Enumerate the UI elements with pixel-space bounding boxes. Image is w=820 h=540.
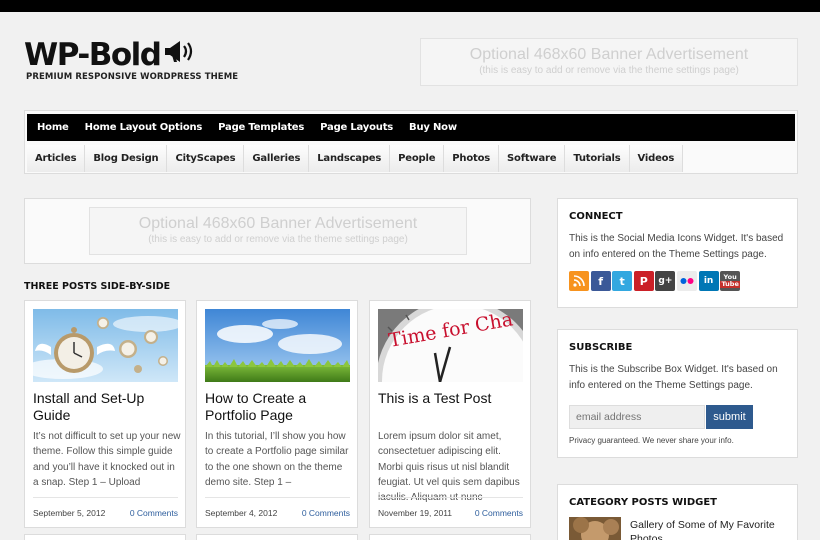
gallery-thumbnail-image[interactable] <box>569 517 621 540</box>
social-icons: f t P g+ in You Tube <box>569 271 741 291</box>
post-card-next <box>24 534 186 540</box>
nav-item-cityscapes[interactable]: CityScapes <box>167 145 245 172</box>
nav-item-videos[interactable]: Videos <box>629 145 684 172</box>
pinterest-icon[interactable]: P <box>633 271 654 291</box>
post-card-next <box>369 534 531 540</box>
nav-item-people[interactable]: People <box>390 145 445 172</box>
content-banner-ad[interactable]: Optional 468x60 Banner Advertisement (th… <box>89 207 467 255</box>
category-post-title[interactable]: Gallery of Some of My Favorite Photos <box>630 518 780 540</box>
site-tagline: PREMIUM RESPONSIVE WORDPRESS THEME <box>26 72 239 82</box>
header-banner-ad[interactable]: Optional 468x60 Banner Advertisement (th… <box>420 38 798 86</box>
rss-icon[interactable] <box>569 271 589 291</box>
comments-link[interactable]: 0 Comments <box>302 508 350 518</box>
comments-link[interactable]: 0 Comments <box>130 508 178 518</box>
logo-text: WP-Bold <box>24 37 162 73</box>
nav-item-galleries[interactable]: Galleries <box>244 145 310 172</box>
post-card: Time for Cha This is a Test Post Lorem i… <box>369 300 531 528</box>
widget-title: CONNECT <box>569 211 623 222</box>
flickr-icon[interactable] <box>676 271 697 291</box>
banner-line1: Optional 468x60 Banner Advertisement <box>469 46 749 63</box>
post-date: September 5, 2012 <box>33 507 106 518</box>
youtube-icon[interactable]: You Tube <box>720 271 741 291</box>
email-field[interactable] <box>569 405 705 429</box>
nav-item-home[interactable]: Home <box>29 122 77 133</box>
post-meta: September 4, 2012 0 Comments <box>205 497 350 527</box>
widget-title: SUBSCRIBE <box>569 342 633 353</box>
widget-text: This is the Subscribe Box Widget. It's b… <box>569 364 778 391</box>
grass-and-sky-image[interactable] <box>205 309 350 382</box>
site-logo[interactable]: WP-Bold PREMIUM RESPONSIVE WORDPRESS THE… <box>24 38 238 82</box>
primary-nav: Home Home Layout Options Page Templates … <box>27 114 795 141</box>
banner-line1: Optional 468x60 Banner Advertisement <box>138 215 418 232</box>
banner-line2: (this is easy to add or remove via the t… <box>479 65 739 76</box>
flying-pocket-watches-image[interactable] <box>33 309 178 382</box>
google-plus-icon[interactable]: g+ <box>655 271 676 291</box>
post-meta: November 19, 2011 0 Comments <box>378 497 523 527</box>
nav-item-buy-now[interactable]: Buy Now <box>401 122 465 133</box>
post-excerpt: In this tutorial, I’ll show you how to c… <box>205 431 349 488</box>
navigation: Home Home Layout Options Page Templates … <box>24 110 798 174</box>
post-card: How to Create a Portfolio Page In this t… <box>196 300 358 528</box>
widget-title: CATEGORY POSTS WIDGET <box>569 497 717 508</box>
linkedin-icon[interactable]: in <box>698 271 719 291</box>
section-title: THREE POSTS SIDE-BY-SIDE <box>24 281 171 292</box>
comments-link[interactable]: 0 Comments <box>475 508 523 518</box>
connect-widget: CONNECT This is the Social Media Icons W… <box>557 198 798 308</box>
post-date: September 4, 2012 <box>205 507 278 518</box>
category-posts-widget: CATEGORY POSTS WIDGET Gallery of Some of… <box>557 484 798 540</box>
banner-line2: (this is easy to add or remove via the t… <box>148 234 408 245</box>
nav-item-photos[interactable]: Photos <box>444 145 500 172</box>
privacy-note: Privacy guaranteed. We never share your … <box>569 436 734 445</box>
post-card: Install and Set-Up Guide It’s not diffic… <box>24 300 186 528</box>
post-title[interactable]: How to Create a Portfolio Page <box>205 390 353 424</box>
nav-item-software[interactable]: Software <box>499 145 566 172</box>
nav-item-tutorials[interactable]: Tutorials <box>565 145 630 172</box>
post-excerpt: It’s not difficult to set up your new th… <box>33 431 181 488</box>
nav-item-page-templates[interactable]: Page Templates <box>210 122 312 133</box>
nav-item-landscapes[interactable]: Landscapes <box>309 145 391 172</box>
nav-item-blog-design[interactable]: Blog Design <box>85 145 168 172</box>
megaphone-icon <box>163 37 197 70</box>
twitter-icon[interactable]: t <box>612 271 633 291</box>
post-card-next <box>196 534 358 540</box>
post-excerpt: Lorem ipsum dolor sit amet, consectetuer… <box>378 431 520 504</box>
subscribe-widget: SUBSCRIBE This is the Subscribe Box Widg… <box>557 329 798 458</box>
widget-text: This is the Social Media Icons Widget. I… <box>569 233 784 260</box>
top-bar <box>0 0 820 12</box>
content-banner-area: Optional 468x60 Banner Advertisement (th… <box>24 198 531 264</box>
time-for-change-clock-image[interactable]: Time for Cha <box>378 309 523 382</box>
nav-item-page-layouts[interactable]: Page Layouts <box>312 122 401 133</box>
facebook-icon[interactable]: f <box>590 271 611 291</box>
submit-button[interactable]: submit <box>706 405 753 429</box>
post-date: November 19, 2011 <box>378 507 453 518</box>
nav-item-articles[interactable]: Articles <box>27 145 86 172</box>
post-title[interactable]: This is a Test Post <box>378 390 526 407</box>
secondary-nav: Articles Blog Design CityScapes Gallerie… <box>27 145 684 172</box>
nav-item-home-layout-options[interactable]: Home Layout Options <box>77 122 211 133</box>
post-title[interactable]: Install and Set-Up Guide <box>33 390 181 424</box>
post-meta: September 5, 2012 0 Comments <box>33 497 178 527</box>
